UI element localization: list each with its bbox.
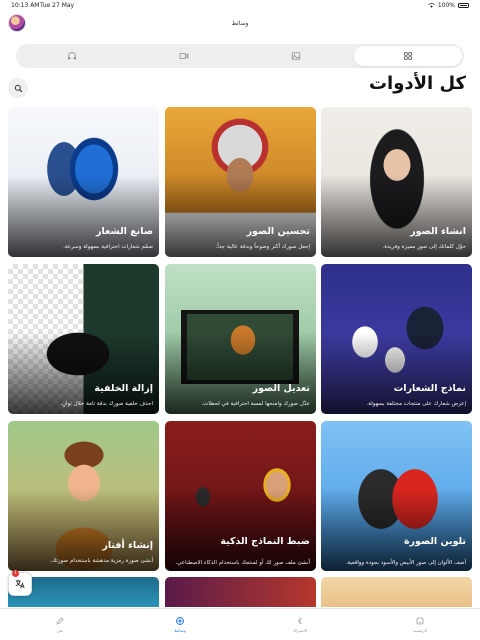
translate-icon xyxy=(15,579,25,589)
tool-title: صانع الشعار xyxy=(96,226,153,237)
battery-icon xyxy=(458,3,469,8)
tool-description: أنشئ ملف صور لك أو لمنتجك باستخدام الذكا… xyxy=(175,559,310,566)
tool-card-smart-models[interactable]: ضبط النماذج الذكية أنشئ ملف صور لك أو لم… xyxy=(165,421,316,571)
tool-title: تعديل الصور xyxy=(252,383,310,394)
tool-description: صمّم شعارات احترافية بسهولة وسرعة. xyxy=(63,243,153,250)
media-type-tabs xyxy=(16,44,464,68)
pencil-icon xyxy=(56,617,64,625)
tool-description: عدّل صورك وامنحها لمسة احترافية في لحظات… xyxy=(201,400,310,407)
tool-card-edit-images[interactable]: تعديل الصور عدّل صورك وامنحها لمسة احترا… xyxy=(165,264,316,414)
tool-description: إعرض شعارك على منتجات مختلفة بسهولة. xyxy=(366,400,466,407)
tool-title: تحسين الصور xyxy=(246,226,310,237)
tool-card-create-images[interactable]: انشاء الصور حوّل كلماتك إلى صور مميزة وف… xyxy=(321,107,472,257)
tab-all[interactable] xyxy=(354,46,462,66)
section-title: كل الأدوات xyxy=(368,73,466,94)
video-icon xyxy=(179,53,189,59)
tool-card-logo-mockups[interactable]: نماذج الشعارات إعرض شعارك على منتجات مخت… xyxy=(321,264,472,414)
nav-label: نص xyxy=(56,628,63,633)
tool-card-create-avatar[interactable]: إنشاء أفتار أنشئ صورة رمزية مدهشة باستخد… xyxy=(8,421,159,571)
tool-title: نماذج الشعارات xyxy=(393,383,466,394)
floating-action-button[interactable]: 1 xyxy=(8,570,32,596)
tool-card-peek[interactable] xyxy=(321,577,472,607)
wifi-icon xyxy=(428,3,435,8)
tool-card-enhance-images[interactable]: تحسين الصور إجعل صورك أكثر وضوحاً وبدقة … xyxy=(165,107,316,257)
tool-title: إزالة الخلفية xyxy=(94,383,153,394)
nav-label: الرئيسية xyxy=(413,628,427,633)
media-icon xyxy=(176,617,184,625)
tool-description: إجعل صورك أكثر وضوحاً وبدقة عالية جداً. xyxy=(215,243,310,250)
tab-image[interactable] xyxy=(242,46,350,66)
nav-home[interactable]: الرئيسية xyxy=(360,609,480,640)
tool-title: ضبط النماذج الذكية xyxy=(220,536,310,547)
tool-description: أضف الألوان إلى صور الأبيض والأسود بجودة… xyxy=(345,559,466,566)
status-right: 100% xyxy=(428,2,469,9)
tool-title: تلوين الصورة xyxy=(403,536,466,547)
tool-description: أنشئ صورة رمزية مدهشة باستخدام صورتك. xyxy=(50,557,153,564)
notification-badge: 1 xyxy=(12,570,19,577)
status-time: 10:13 AM xyxy=(11,2,40,9)
nav-text[interactable]: نص xyxy=(0,609,120,640)
nav-label: وسائط xyxy=(174,628,186,633)
tool-title: انشاء الصور xyxy=(410,226,466,237)
search-icon xyxy=(14,84,22,92)
bottom-nav: نص وسائط الاشتراك الرئيسية xyxy=(0,608,480,640)
tool-card-remove-background[interactable]: إزالة الخلفية احذف خلفية صورك بدقة تامة … xyxy=(8,264,159,414)
grid-icon xyxy=(404,52,412,60)
brand-logo-icon xyxy=(298,618,302,624)
nav-subscription[interactable]: الاشتراك xyxy=(240,609,360,640)
nav-media[interactable]: وسائط xyxy=(120,609,240,640)
page-title: وسائط xyxy=(231,20,249,27)
image-icon xyxy=(291,52,301,60)
tool-description: احذف خلفية صورك بدقة تامة خلال ثوانٍ. xyxy=(60,400,153,407)
search-button[interactable] xyxy=(8,78,28,98)
tool-card-logo-maker[interactable]: صانع الشعار صمّم شعارات احترافية بسهولة … xyxy=(8,107,159,257)
tab-headphones[interactable] xyxy=(18,46,126,66)
tool-description: حوّل كلماتك إلى صور مميزة وفريدة. xyxy=(382,243,466,250)
tool-card-peek[interactable] xyxy=(165,577,316,607)
home-icon xyxy=(416,617,424,625)
tool-card-colorize-image[interactable]: تلوين الصورة أضف الألوان إلى صور الأبيض … xyxy=(321,421,472,571)
nav-label: الاشتراك xyxy=(292,628,308,633)
status-date: Tue 27 May xyxy=(40,2,75,9)
battery-percent: 100% xyxy=(437,2,455,9)
status-bar: 10:13 AM Tue 27 May 100% xyxy=(0,0,480,12)
tool-title: إنشاء أفتار xyxy=(102,540,153,551)
headphones-icon xyxy=(68,52,76,60)
tab-video[interactable] xyxy=(130,46,238,66)
